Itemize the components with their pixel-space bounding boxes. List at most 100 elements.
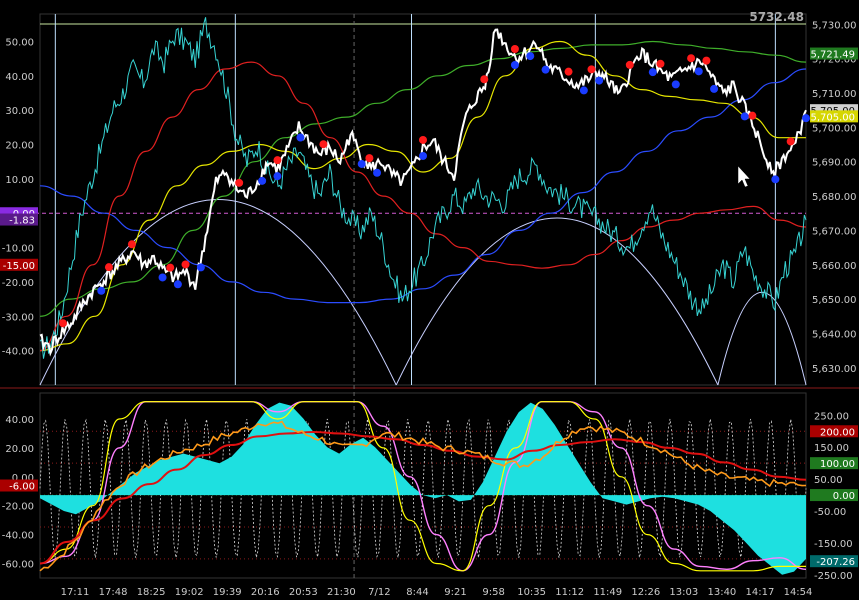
swing-high-marker-7	[319, 140, 328, 149]
time-axis-label: 7/12	[368, 587, 390, 598]
left-tick-label: -20.00	[2, 278, 34, 289]
time-axis-label: 20:53	[289, 587, 318, 598]
swing-high-marker-4	[181, 260, 190, 269]
price-oscillator-chart: 5732.48 50.00 40.00 30.00 20.00 10.00 0.00 -10.…	[0, 10, 859, 598]
swing-low-marker-17	[694, 67, 703, 76]
swing-low-marker-3	[196, 263, 205, 272]
osc-left-tick-label: -40.00	[2, 531, 34, 542]
swing-high-marker-10	[480, 75, 489, 84]
time-axis-label: 14:17	[746, 587, 775, 598]
cycle-arc-1	[395, 217, 719, 386]
left-tick-label: -30.00	[2, 312, 34, 323]
swing-low-marker-11	[526, 52, 535, 61]
swing-low-marker-5	[273, 172, 282, 181]
swing-low-marker-2	[173, 280, 182, 289]
swing-low-marker-6	[296, 133, 305, 142]
green-trend-line	[39, 40, 807, 317]
time-axis-label: 9:21	[444, 587, 466, 598]
time-axis-label: 17:48	[99, 587, 128, 598]
swing-low-marker-18	[710, 84, 719, 93]
left-tick-label: 50.00	[5, 37, 34, 48]
time-axis-label: 18:25	[137, 587, 166, 598]
swing-low-marker-14	[595, 76, 604, 85]
right-tick-label: 5,640.00	[812, 329, 857, 340]
swing-high-marker-13	[587, 65, 596, 74]
swing-low-marker-16	[671, 80, 680, 89]
swing-low-marker-9	[419, 151, 427, 160]
red-trend-line	[39, 61, 807, 352]
swing-high-marker-0	[58, 319, 67, 328]
price-line	[39, 28, 807, 357]
swing-high-marker-12	[564, 67, 573, 76]
time-axis-label: 14:54	[784, 587, 813, 598]
osc-left-tick-label: -20.00	[2, 502, 34, 513]
right-tick-label: 5,680.00	[812, 192, 857, 203]
osc-badge-3: 0.00	[833, 491, 855, 502]
right-tick-label: 5,660.00	[812, 261, 857, 272]
time-axis-label: 10:35	[517, 587, 546, 598]
swing-high-marker-9	[419, 135, 427, 144]
histogram-area	[40, 402, 806, 575]
price-badge-2: -15.00	[3, 261, 35, 272]
swing-high-marker-19	[786, 137, 795, 146]
price-badge-5: 5,705.00	[810, 112, 855, 123]
right-tick-label: 5,650.00	[812, 295, 857, 306]
left-tick-label: 10.00	[5, 175, 34, 186]
swing-high-marker-11	[510, 45, 519, 54]
osc-badge-1: 200.00	[820, 427, 855, 438]
right-tick-label: 5,670.00	[812, 226, 857, 237]
left-tick-label: 30.00	[5, 106, 34, 117]
osc-left-tick-label: 40.00	[5, 415, 34, 426]
osc-badge-2: 100.00	[820, 459, 855, 470]
time-axis-label: 13:03	[669, 587, 698, 598]
osc-right-tick-label: 50.00	[814, 475, 843, 486]
osc-right-tick-label: 150.00	[814, 443, 849, 454]
swing-high-marker-5	[235, 178, 244, 187]
osc-badge-0: -6.00	[9, 482, 35, 493]
swing-high-marker-3	[166, 263, 175, 272]
osc-right-tick-label: 250.00	[814, 411, 849, 422]
left-tick-label: 20.00	[5, 141, 34, 152]
right-tick-label: 5,630.00	[812, 364, 857, 375]
osc-left-tick-label: -60.00	[2, 560, 34, 571]
swing-low-marker-12	[541, 65, 550, 74]
time-axis-label: 19:39	[213, 587, 242, 598]
swing-high-marker-17	[702, 56, 711, 65]
swing-high-marker-14	[625, 60, 634, 69]
swing-low-marker-7	[357, 159, 366, 168]
osc-badge-4: -207.26	[816, 557, 855, 568]
swing-high-marker-15	[656, 59, 665, 68]
mouse-cursor-icon	[737, 165, 751, 188]
blue-trend-line	[39, 68, 807, 304]
time-axis-label: 9:58	[482, 587, 504, 598]
time-axis-label: 13:40	[707, 587, 736, 598]
swing-low-marker-0	[97, 286, 106, 295]
time-axis-label: 8:44	[406, 587, 428, 598]
swing-high-marker-16	[687, 54, 696, 63]
right-tick-label: 5,710.00	[812, 89, 857, 100]
swing-low-marker-21	[802, 114, 810, 123]
right-tick-label: 5,700.00	[812, 123, 857, 134]
time-axis-label: 11:49	[593, 587, 622, 598]
osc-right-tick-label: -150.00	[814, 539, 853, 550]
time-axis-label: 19:02	[175, 587, 204, 598]
swing-high-marker-1	[104, 263, 113, 272]
swing-high-marker-18	[748, 111, 757, 120]
right-tick-label: 5,730.00	[812, 20, 857, 31]
header-value: 5732.48	[749, 10, 804, 24]
right-tick-label: 5,690.00	[812, 158, 857, 169]
swing-low-marker-4	[258, 176, 267, 185]
swing-low-marker-19	[740, 112, 749, 121]
left-tick-label: 40.00	[5, 72, 34, 83]
swing-high-marker-8	[365, 154, 374, 163]
swing-low-marker-8	[373, 168, 382, 177]
swing-low-marker-20	[771, 175, 780, 184]
cycle-arc-2	[717, 292, 807, 386]
time-axis-label: 12:26	[631, 587, 660, 598]
time-axis-label: 11:12	[555, 587, 584, 598]
left-tick-label: -40.00	[2, 347, 34, 358]
left-tick-label: -10.00	[2, 244, 34, 255]
swing-low-marker-10	[510, 61, 519, 70]
time-axis-label: 21:30	[327, 587, 356, 598]
swing-high-marker-6	[273, 156, 282, 165]
